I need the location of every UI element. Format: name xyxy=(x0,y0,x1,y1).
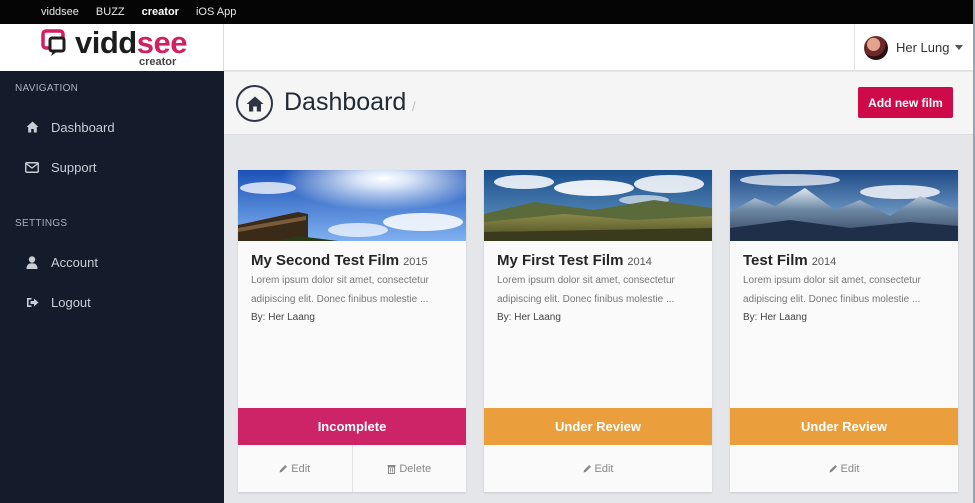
film-thumbnail xyxy=(238,170,466,241)
pencil-icon xyxy=(829,465,837,473)
film-thumbnail xyxy=(484,170,712,241)
logout-icon xyxy=(25,295,39,309)
film-year: 2014 xyxy=(811,256,837,268)
film-description: Lorem ipsum dolor sit amet, consectetur … xyxy=(251,275,429,305)
user-icon xyxy=(25,255,39,269)
edit-button[interactable]: Edit xyxy=(484,445,712,492)
film-title: Test Film xyxy=(743,252,808,269)
pencil-icon xyxy=(583,465,591,473)
user-menu-dropdown[interactable]: Her Lung xyxy=(854,24,975,71)
edit-button[interactable]: Edit xyxy=(238,445,352,492)
film-title: My First Test Film xyxy=(497,252,624,269)
topnav-creator-link[interactable]: creator xyxy=(142,6,179,18)
topnav-ios-app-link[interactable]: iOS App xyxy=(196,6,236,18)
film-card: Test Film 2014 Lorem ipsum dolor sit amet… xyxy=(730,170,958,492)
sidebar-item-dashboard[interactable]: Dashboard xyxy=(0,109,224,145)
status-badge[interactable]: Incomplete xyxy=(238,408,466,445)
pencil-icon xyxy=(279,465,288,473)
header: Her Lung xyxy=(224,24,975,71)
topnav-viddsee-link[interactable]: viddsee xyxy=(41,6,79,18)
logo[interactable]: viddsee creator xyxy=(0,24,224,71)
breadcrumb: / xyxy=(412,99,416,114)
edit-button[interactable]: Edit xyxy=(730,445,958,492)
card-actions: Edit Delete xyxy=(238,445,466,492)
logo-wordmark: viddsee xyxy=(75,25,187,60)
film-card: My First Test Film 2014 Lorem ipsum dolor… xyxy=(484,170,712,492)
user-name: Her Lung xyxy=(896,40,950,55)
sidebar: NAVIGATION Dashboard Support SETTINGS Ac… xyxy=(0,71,224,503)
logo-subtitle: creator xyxy=(139,56,177,68)
trash-icon xyxy=(387,464,396,474)
sidebar-item-account[interactable]: Account xyxy=(0,244,224,280)
film-description: Lorem ipsum dolor sit amet, consectetur … xyxy=(497,275,675,305)
caret-down-icon xyxy=(955,45,964,50)
sidebar-item-support[interactable]: Support xyxy=(0,149,224,185)
top-nav-bar: viddsee BUZZ creator iOS App xyxy=(0,0,975,24)
speech-bubble-logo-icon xyxy=(41,29,66,56)
film-year: 2014 xyxy=(627,256,652,268)
sidebar-item-label: Support xyxy=(51,159,97,175)
card-actions: Edit xyxy=(730,445,958,492)
film-author: By: Her Laang xyxy=(497,312,561,323)
topnav-buzz-link[interactable]: BUZZ xyxy=(96,6,125,18)
edit-label: Edit xyxy=(594,462,614,475)
film-author: By: Her Laang xyxy=(743,312,807,323)
edit-label: Edit xyxy=(291,462,311,475)
delete-label: Delete xyxy=(399,462,432,475)
status-badge[interactable]: Under Review xyxy=(730,408,958,445)
sidebar-item-logout[interactable]: Logout xyxy=(0,284,224,320)
film-thumbnail xyxy=(730,170,958,241)
film-title: My Second Test Film xyxy=(251,252,400,269)
avatar xyxy=(864,35,888,60)
sidebar-item-label: Logout xyxy=(51,294,91,310)
status-badge[interactable]: Under Review xyxy=(484,408,712,445)
card-actions: Edit xyxy=(484,445,712,492)
page-title-bar: Dashboard / Add new film xyxy=(224,72,975,135)
sidebar-item-label: Dashboard xyxy=(51,119,115,135)
add-new-film-button[interactable]: Add new film xyxy=(858,87,953,118)
film-description: Lorem ipsum dolor sit amet, consectetur … xyxy=(743,275,921,305)
settings-heading: SETTINGS xyxy=(15,218,68,229)
film-year: 2015 xyxy=(403,256,428,268)
home-icon xyxy=(25,120,39,134)
film-author: By: Her Laang xyxy=(251,312,315,323)
sidebar-item-label: Account xyxy=(51,254,98,270)
home-icon xyxy=(236,85,273,122)
navigation-heading: NAVIGATION xyxy=(15,83,79,94)
envelope-icon xyxy=(25,160,39,174)
film-card: My Second Test Film 2015 Lorem ipsum dolo… xyxy=(238,170,466,492)
edit-label: Edit xyxy=(840,462,860,475)
delete-button[interactable]: Delete xyxy=(351,445,467,492)
page-title: Dashboard xyxy=(284,88,407,116)
